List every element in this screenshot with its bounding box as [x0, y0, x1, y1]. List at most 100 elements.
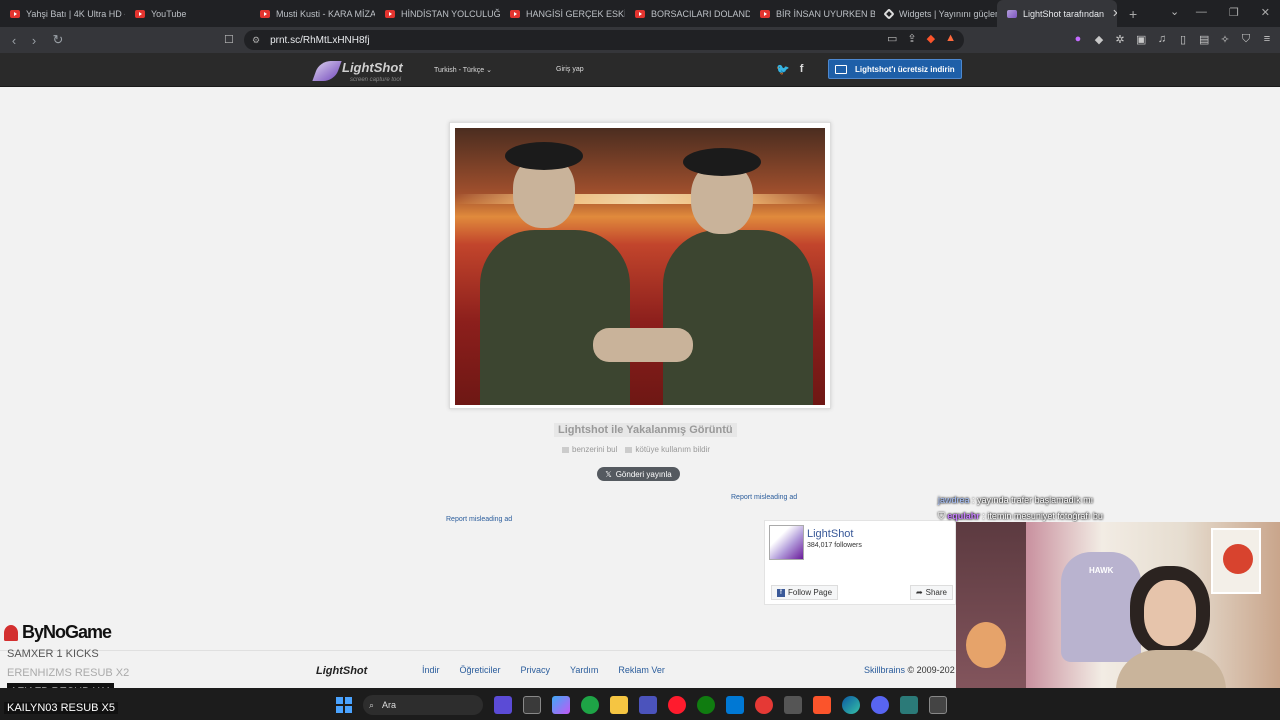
lightshot-logo[interactable]: LightShot screen capture tool: [312, 59, 403, 83]
browser-tab[interactable]: HANGİSİ GERÇEK ESKİ SE: [500, 0, 625, 27]
browser-tab[interactable]: BİR İNSAN UYURKEN BİR: [750, 0, 875, 27]
follow-label: Follow Page: [788, 588, 833, 597]
tab-label: HANGİSİ GERÇEK ESKİ SE: [526, 8, 625, 19]
media-player-icon[interactable]: [755, 696, 773, 714]
footer-link-help[interactable]: Yardım: [570, 665, 598, 675]
app-icon[interactable]: [900, 696, 918, 714]
leo-icon[interactable]: ✧: [1220, 33, 1230, 46]
page-avatar[interactable]: [769, 525, 804, 560]
forward-icon[interactable]: ›: [24, 33, 44, 48]
share-icon: ➦: [915, 588, 923, 597]
browser-tab[interactable]: Widgets | Yayınını güçlen: [875, 0, 997, 27]
download-label: Lightshot'ı ücretsiz indirin: [855, 64, 955, 74]
store-icon[interactable]: [726, 696, 744, 714]
new-tab-icon[interactable]: +: [1129, 6, 1137, 22]
tab-label: Yahşi Batı | 4K Ultra HD -: [26, 8, 125, 19]
share-icon[interactable]: ⇪: [907, 32, 916, 45]
flag-icon: [625, 446, 633, 453]
taskbar-search[interactable]: ⌕ Ara: [363, 695, 483, 715]
app-icon[interactable]: [581, 696, 599, 714]
follow-page-button[interactable]: f Follow Page: [771, 585, 839, 600]
xbox-icon[interactable]: [697, 696, 715, 714]
task-view-icon[interactable]: [523, 696, 541, 714]
language-select[interactable]: Turkish - Türkçe ⌄: [434, 66, 492, 74]
puzzle-icon[interactable]: ✲: [1115, 33, 1125, 46]
menu-icon[interactable]: ≡: [1262, 33, 1272, 46]
report-ad-link[interactable]: Report misleading ad: [731, 494, 797, 501]
sub-event: KAILYN03 RESUB X5: [4, 702, 119, 714]
close-window-icon[interactable]: ✕: [1261, 6, 1270, 19]
extension-icon[interactable]: ●: [1073, 33, 1083, 46]
maximize-icon[interactable]: ❐: [1229, 6, 1239, 19]
extension-bar: ● ◆ ✲ ▣ ♫ ▯ ▤ ✧ ⛉ ≡: [1073, 33, 1272, 46]
browser-tab[interactable]: BORSACILARI DOLANDIR: [625, 0, 750, 27]
app-icon[interactable]: [784, 696, 802, 714]
bookmark-icon[interactable]: ☐: [224, 33, 234, 46]
facebook-icon[interactable]: f: [800, 63, 804, 76]
footer-logo[interactable]: LightShot: [316, 665, 367, 677]
download-button[interactable]: Lightshot'ı ücretsiz indirin: [828, 59, 962, 79]
music-icon[interactable]: ♫: [1157, 33, 1167, 46]
sidebar-icon[interactable]: ▯: [1178, 33, 1188, 46]
site-info-icon[interactable]: ⚙: [252, 35, 260, 46]
file-explorer-icon[interactable]: [610, 696, 628, 714]
widget-icon[interactable]: [494, 696, 512, 714]
wallet-icon[interactable]: ▤: [1199, 33, 1209, 46]
screenshot-image[interactable]: [455, 128, 825, 405]
tweet-button[interactable]: 𝕏 Gönderi yayınla: [597, 467, 680, 481]
chevron-down-icon[interactable]: ⌄: [1170, 5, 1179, 18]
tab-label: Musti Kusti - KARA MİZAH: [276, 8, 375, 19]
chair-brand: HAWK: [1089, 566, 1114, 575]
twitter-icon[interactable]: 🐦: [776, 63, 790, 76]
copilot-icon[interactable]: [552, 696, 570, 714]
share-button[interactable]: ➦ Share: [909, 585, 953, 600]
brave-icon[interactable]: [813, 696, 831, 714]
teams-icon[interactable]: [639, 696, 657, 714]
close-tab-icon[interactable]: ✕: [1112, 7, 1117, 20]
browser-tab[interactable]: HİNDİSTAN YOLCULUĞU: [375, 0, 500, 27]
extension-icon[interactable]: ◆: [1094, 33, 1104, 46]
youtube-icon: [760, 9, 770, 18]
reload-icon[interactable]: ↻: [48, 32, 68, 48]
login-link[interactable]: Giriş yap: [556, 66, 584, 73]
search-label: Ara: [382, 700, 397, 710]
browser-tab[interactable]: YouTube: [125, 0, 250, 27]
footer-link-tutorials[interactable]: Öğreticiler: [460, 665, 501, 675]
back-icon[interactable]: ‹: [4, 33, 24, 48]
report-ad-link[interactable]: Report misleading ad: [446, 516, 512, 523]
edge-icon[interactable]: [842, 696, 860, 714]
window-controls: — ❐ ✕: [1196, 6, 1270, 19]
brave-shield-icon[interactable]: ◆: [927, 32, 935, 45]
share-label: Share: [925, 588, 947, 597]
footer-link-download[interactable]: İndir: [422, 665, 440, 675]
face: [1144, 580, 1196, 646]
company-link[interactable]: Skillbrains: [864, 665, 905, 675]
cast-icon[interactable]: ▭: [887, 32, 897, 45]
youtube-icon: [510, 9, 520, 18]
browser-tab-active[interactable]: LightShot tarafından ✕: [997, 0, 1117, 27]
minimize-icon[interactable]: —: [1196, 6, 1207, 19]
find-similar-link[interactable]: benzerini bul: [562, 445, 617, 454]
person-body: [663, 230, 813, 405]
address-bar[interactable]: ⚙ prnt.sc/RhMtLxHNH8fj ▭ ⇪ ◆ ▲: [244, 30, 964, 50]
obs-icon[interactable]: [929, 696, 947, 714]
discord-icon[interactable]: [871, 696, 889, 714]
chat-text: : itemin mesuniyet fotoğrafı bu: [982, 511, 1103, 521]
report-abuse-link[interactable]: kötüye kullanım bildir: [625, 445, 710, 454]
search-icon: ⌕: [369, 699, 375, 710]
chat-text: : yayında trafer başlamadık mı: [972, 495, 1094, 505]
page-name[interactable]: LightShot: [807, 528, 853, 540]
windows-start-icon[interactable]: [336, 697, 352, 713]
find-similar-label: benzerini bul: [572, 445, 618, 454]
sponsor-name: ByNoGame: [22, 622, 112, 642]
vpn-icon[interactable]: ⛉: [1241, 33, 1251, 46]
browser-tab[interactable]: Musti Kusti - KARA MİZAH: [250, 0, 375, 27]
sub-event: ERENHIZMS RESUB X2: [7, 667, 130, 679]
screenshot-icon[interactable]: ▣: [1136, 33, 1146, 46]
brave-rewards-icon[interactable]: ▲: [945, 32, 956, 45]
footer-link-advertise[interactable]: Reklam Ver: [618, 665, 665, 675]
opera-icon[interactable]: [668, 696, 686, 714]
footer-link-privacy[interactable]: Privacy: [521, 665, 551, 675]
language-label: Turkish - Türkçe: [434, 67, 485, 74]
browser-tab[interactable]: Yahşi Batı | 4K Ultra HD -: [0, 0, 125, 27]
